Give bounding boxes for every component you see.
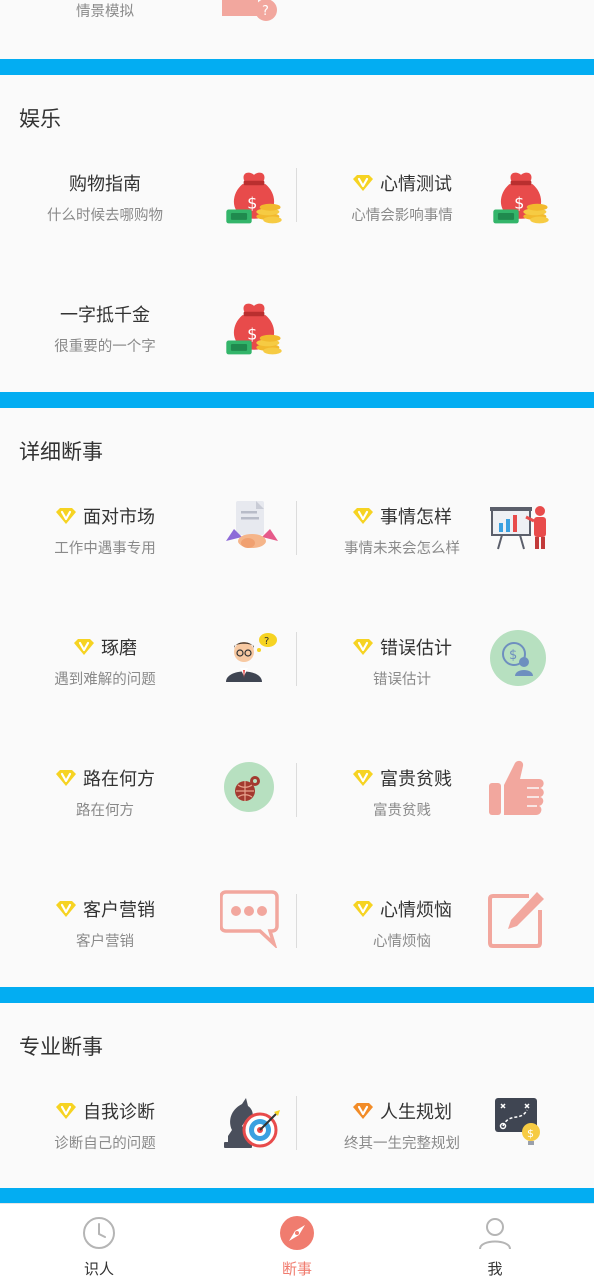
section-divider [0,59,594,75]
item-where-road[interactable]: 路在何方 路在何方 [0,762,297,895]
item-subtitle: 诊断自己的问题 [54,1136,156,1152]
handshake-contract-icon [226,501,278,548]
scenario-subtitle: 情景模拟 [76,4,134,20]
thinking-person-icon: ? [226,633,277,682]
item-title: 一字抵千金 [60,305,150,326]
compass-icon [280,1216,314,1250]
item-subtitle: 什么时候去哪购物 [47,208,163,224]
item-title: 面对市场 [83,507,155,528]
item-title: 心情烦恼 [380,900,452,921]
item-subtitle: 终其一生完整规划 [344,1136,460,1152]
presentation-board-icon [490,506,546,550]
chess-target-icon [224,1098,280,1148]
section-entertainment: 娱乐 购物指南 什么时候去哪购物 心情测试 心情会影响事情 一字抵千金 很重要的… [0,75,594,392]
item-title: 错误估计 [380,638,452,659]
item-subtitle: 事情未来会怎么样 [344,541,460,557]
item-subtitle: 工作中遇事专用 [54,541,156,557]
section-professional: 专业断事 自我诊断 诊断自己的问题 人生规划 终其一生完整规划 $ [0,1003,594,1188]
item-title: 客户营销 [83,900,155,921]
svg-text:?: ? [264,636,269,647]
item-how-things-go[interactable]: 事情怎样 事情未来会怎么样 [297,503,594,633]
item-title: 事情怎样 [380,507,452,528]
vip-badge-icon [352,507,374,525]
section-title: 详细断事 [19,440,103,464]
item-title: 路在何方 [83,769,155,790]
item-rich-poor[interactable]: 富贵贫贱 富贵贫贱 [297,760,594,895]
vip-badge-icon [55,900,77,918]
clock-icon [83,1217,115,1249]
vip-badge-icon [352,638,374,656]
item-face-market[interactable]: 面对市场 工作中遇事专用 [0,501,297,633]
section-divider [0,392,594,408]
item-title: 心情测试 [380,174,452,195]
svg-text:$: $ [527,1127,534,1140]
tab-label: 识人 [83,1260,114,1278]
item-title: 自我诊断 [83,1102,155,1123]
item-title: 琢磨 [101,638,137,659]
section-divider [0,987,594,1003]
strategy-board-icon: $ [495,1098,540,1145]
item-subtitle: 遇到难解的问题 [54,672,156,688]
tab-judge-things[interactable]: 断事 [198,1204,396,1280]
item-subtitle: 错误估计 [373,672,431,688]
thumbs-up-icon [489,760,544,815]
section-scenario-partial: 情景模拟 ? [0,0,594,59]
tab-label: 断事 [281,1260,312,1278]
money-bag-icon [493,172,549,224]
money-bag-icon [226,172,282,224]
item-title: 富贵贫贱 [380,769,452,790]
item-subtitle: 很重要的一个字 [54,339,156,355]
money-person-icon: $ [490,630,546,686]
section-title: 专业断事 [19,1035,103,1059]
item-mood-test[interactable]: 心情测试 心情会影响事情 [297,170,594,300]
section-title: 娱乐 [19,107,61,131]
vip-badge-icon [352,174,374,192]
vip-badge-icon [352,769,374,787]
item-title: 人生规划 [380,1102,452,1123]
tab-me[interactable]: 我 [396,1204,594,1280]
section-detailed: 详细断事 面对市场 工作中遇事专用 事情怎样 事情未来会怎么样 琢磨 遇到难解的… [0,408,594,987]
vip-badge-icon [352,900,374,918]
vip-badge-icon [55,769,77,787]
edit-note-icon [488,892,544,948]
chat-bubble-icon [220,890,279,948]
bottom-tab-bar: 识人 断事 我 [0,1203,594,1280]
vip-badge-icon [55,1102,77,1120]
vip-badge-icon [55,507,77,525]
tab-label: 我 [487,1260,503,1278]
section-divider [0,1188,594,1203]
vip-badge-orange-icon [352,1102,374,1120]
item-shopping-guide[interactable]: 购物指南 什么时候去哪购物 [0,170,297,300]
tab-know-people[interactable]: 识人 [0,1204,198,1280]
item-subtitle: 路在何方 [76,803,134,819]
item-title: 购物指南 [69,174,141,195]
item-misjudgment[interactable]: 错误估计 错误估计 $ [297,630,594,764]
item-ponder[interactable]: 琢磨 遇到难解的问题 ? [0,633,297,764]
svg-text:$: $ [509,648,517,663]
item-subtitle: 客户营销 [76,934,134,950]
globe-pin-icon [224,762,274,812]
person-icon [479,1218,511,1250]
item-subtitle: 心情会影响事情 [351,208,453,224]
svg-text:?: ? [262,4,269,19]
item-subtitle: 心情烦恼 [373,934,431,950]
money-bag-icon [226,303,282,355]
vip-badge-icon [73,638,95,656]
item-subtitle: 富贵贫贱 [373,803,431,819]
scenario-icon: ? [222,0,277,21]
